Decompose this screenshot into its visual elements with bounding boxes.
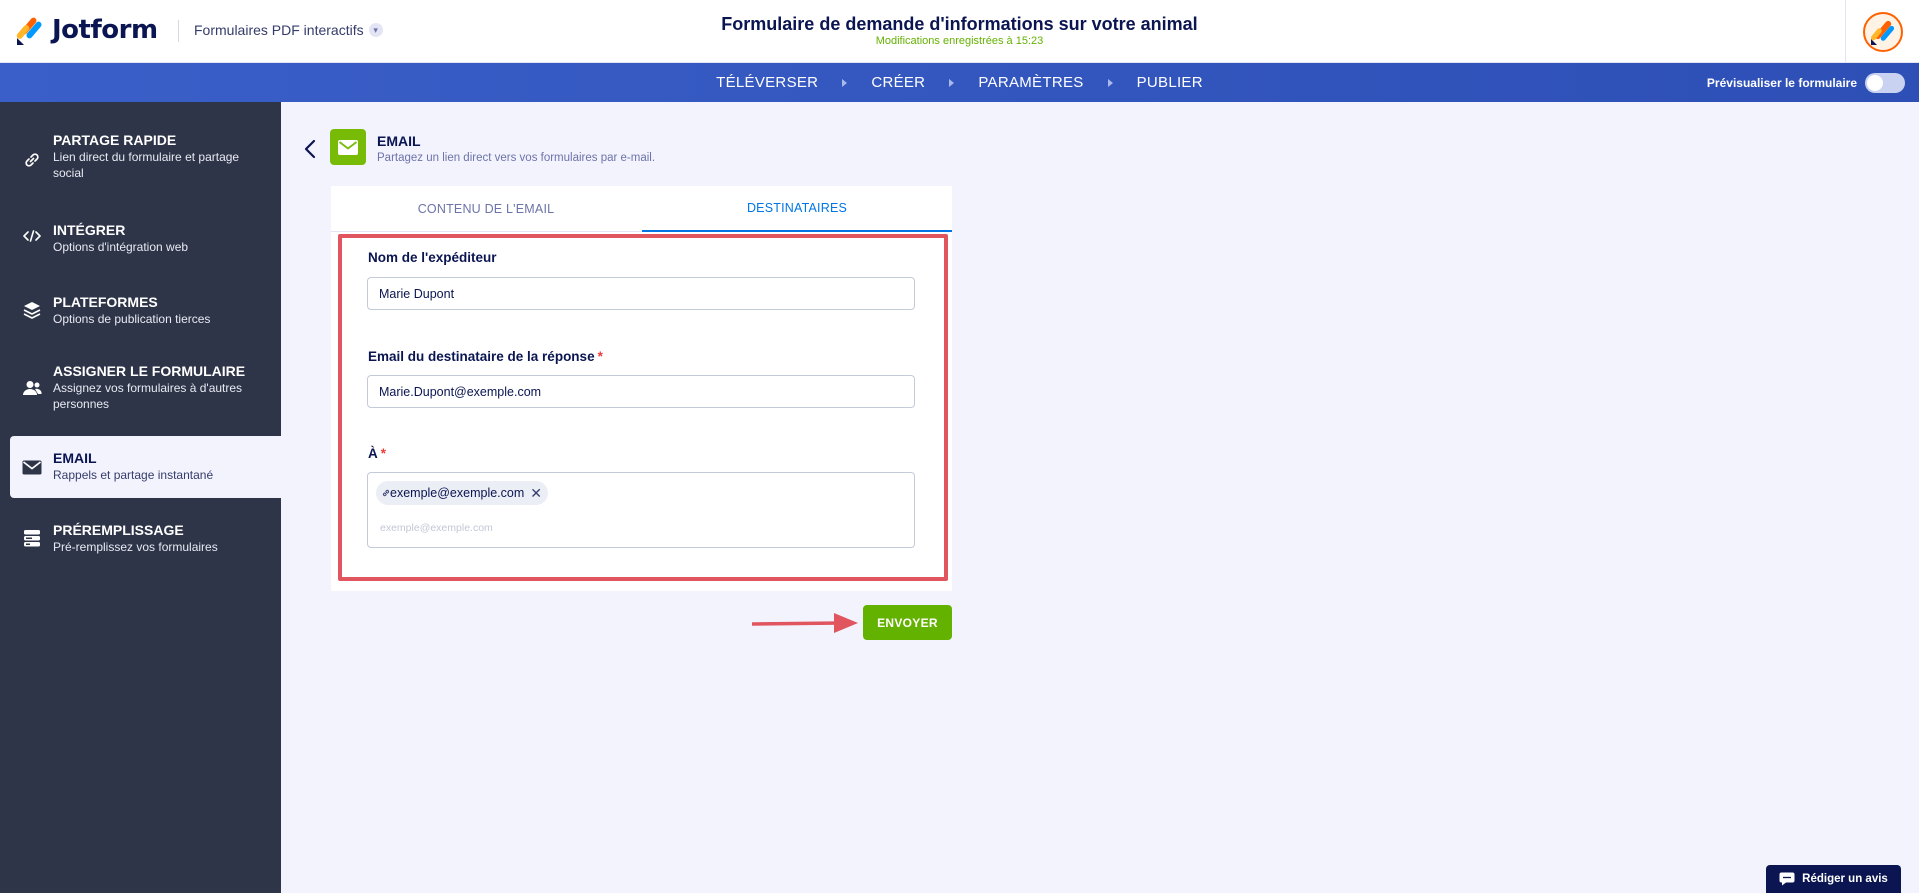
tab-recipients[interactable]: DESTINATAIRES	[642, 186, 952, 232]
section-subtitle: Partagez un lien direct vers vos formula…	[377, 152, 656, 164]
required-mark: *	[380, 446, 387, 461]
sidebar-item-quick-share[interactable]: PARTAGE RAPIDE Lien direct du formulaire…	[10, 132, 281, 182]
write-review-button[interactable]: Rédiger un avis	[1766, 865, 1901, 893]
sidebar-item-label: PRÉREMPLISSAGE	[53, 522, 184, 538]
sidebar-item-label: INTÉGRER	[53, 222, 126, 238]
preview-form: Prévisualiser le formulaire	[1707, 73, 1905, 93]
layers-icon	[22, 300, 42, 320]
recipient-chip-label: exemple@exemple.com	[390, 486, 525, 500]
reply-to-input[interactable]: Marie.Dupont@exemple.com	[367, 375, 915, 408]
sidebar-item-description: Assignez vos formulaires à d'autres pers…	[53, 381, 243, 411]
arrow-annotation	[752, 613, 858, 633]
email-section-icon	[330, 129, 366, 165]
nav-create[interactable]: CRÉER	[871, 74, 925, 91]
sender-name-label-text: Nom de l'expéditeur	[368, 250, 497, 265]
sidebar-item-label: PARTAGE RAPIDE	[53, 132, 177, 148]
link-icon	[382, 489, 390, 497]
link-icon	[22, 150, 42, 170]
publish-sidebar: PARTAGE RAPIDE Lien direct du formulaire…	[0, 102, 281, 893]
sender-name-value: Marie Dupont	[379, 286, 455, 301]
code-icon	[22, 226, 42, 246]
sidebar-item-description: Options d'intégration web	[53, 240, 189, 254]
chevron-left-icon	[304, 139, 316, 159]
sidebar-item-email[interactable]: EMAIL Rappels et partage instantané	[10, 436, 281, 498]
nav-steps: TÉLÉVERSER CRÉER PARAMÈTRES PUBLIER	[0, 63, 1919, 102]
email-tabs: CONTENU DE L'EMAIL DESTINATAIRES	[331, 186, 952, 232]
send-button[interactable]: ENVOYER	[863, 605, 952, 640]
to-placeholder: exemple@exemple.com	[380, 522, 493, 534]
nav-settings[interactable]: PARAMÈTRES	[978, 74, 1083, 91]
review-icon	[1779, 872, 1795, 886]
sender-name-input[interactable]: Marie Dupont	[367, 277, 915, 310]
reply-to-label: Email du destinataire de la réponse *	[368, 349, 603, 364]
preview-toggle[interactable]	[1865, 73, 1905, 93]
nav-upload[interactable]: TÉLÉVERSER	[716, 74, 818, 91]
write-review-label: Rédiger un avis	[1802, 873, 1888, 885]
preview-label: Prévisualiser le formulaire	[1706, 76, 1857, 90]
sender-name-label: Nom de l'expéditeur	[368, 250, 497, 265]
sidebar-item-embed[interactable]: INTÉGRER Options d'intégration web	[10, 222, 281, 258]
nav-arrow-icon	[949, 78, 955, 87]
main-navbar: TÉLÉVERSER CRÉER PARAMÈTRES PUBLIER Prév…	[0, 63, 1919, 102]
envelope-icon	[22, 457, 42, 477]
sidebar-item-label: PLATEFORMES	[53, 294, 158, 310]
sidebar-item-prefill[interactable]: PRÉREMPLISSAGE Pré-remplissez vos formul…	[10, 522, 281, 558]
sidebar-item-description: Rappels et partage instantané	[53, 468, 214, 482]
sidebar-item-description: Lien direct du formulaire et partage soc…	[53, 150, 240, 180]
avatar-image	[1870, 20, 1894, 45]
prefill-icon	[22, 528, 42, 548]
top-header: Jotform Formulaires PDF interactifs ▾ Fo…	[0, 0, 1919, 63]
sidebar-item-platforms[interactable]: PLATEFORMES Options de publication tierc…	[10, 294, 281, 330]
user-menu[interactable]	[1845, 0, 1919, 63]
nav-arrow-icon	[842, 78, 848, 87]
back-button[interactable]	[300, 137, 320, 161]
required-mark: *	[597, 349, 603, 364]
assign-users-icon	[22, 378, 42, 398]
sidebar-item-description: Options de publication tierces	[53, 312, 211, 326]
sidebar-item-description: Pré-remplissez vos formulaires	[53, 540, 218, 554]
form-title[interactable]: Formulaire de demande d'informations sur…	[0, 14, 1919, 35]
to-recipients-input[interactable]: exemple@exemple.com ✕ exemple@exemple.co…	[367, 472, 915, 548]
avatar[interactable]	[1862, 11, 1903, 52]
to-label-text: À	[368, 446, 378, 461]
save-status: Modifications enregistrées à 15:23	[875, 35, 1044, 47]
nav-arrow-icon	[1107, 78, 1113, 87]
section-title: EMAIL	[377, 133, 421, 149]
nav-publish[interactable]: PUBLIER	[1137, 74, 1203, 91]
sidebar-item-label: EMAIL	[53, 450, 97, 466]
to-label: À *	[368, 446, 386, 461]
reply-to-label-text: Email du destinataire de la réponse	[368, 349, 595, 364]
close-icon[interactable]: ✕	[530, 485, 542, 502]
sidebar-item-label: ASSIGNER LE FORMULAIRE	[53, 363, 246, 379]
reply-to-value: Marie.Dupont@exemple.com	[379, 384, 542, 399]
tab-email-content[interactable]: CONTENU DE L'EMAIL	[331, 186, 641, 232]
sidebar-item-assign-form[interactable]: ASSIGNER LE FORMULAIRE Assignez vos form…	[10, 363, 281, 415]
recipient-chip[interactable]: exemple@exemple.com ✕	[376, 481, 549, 505]
